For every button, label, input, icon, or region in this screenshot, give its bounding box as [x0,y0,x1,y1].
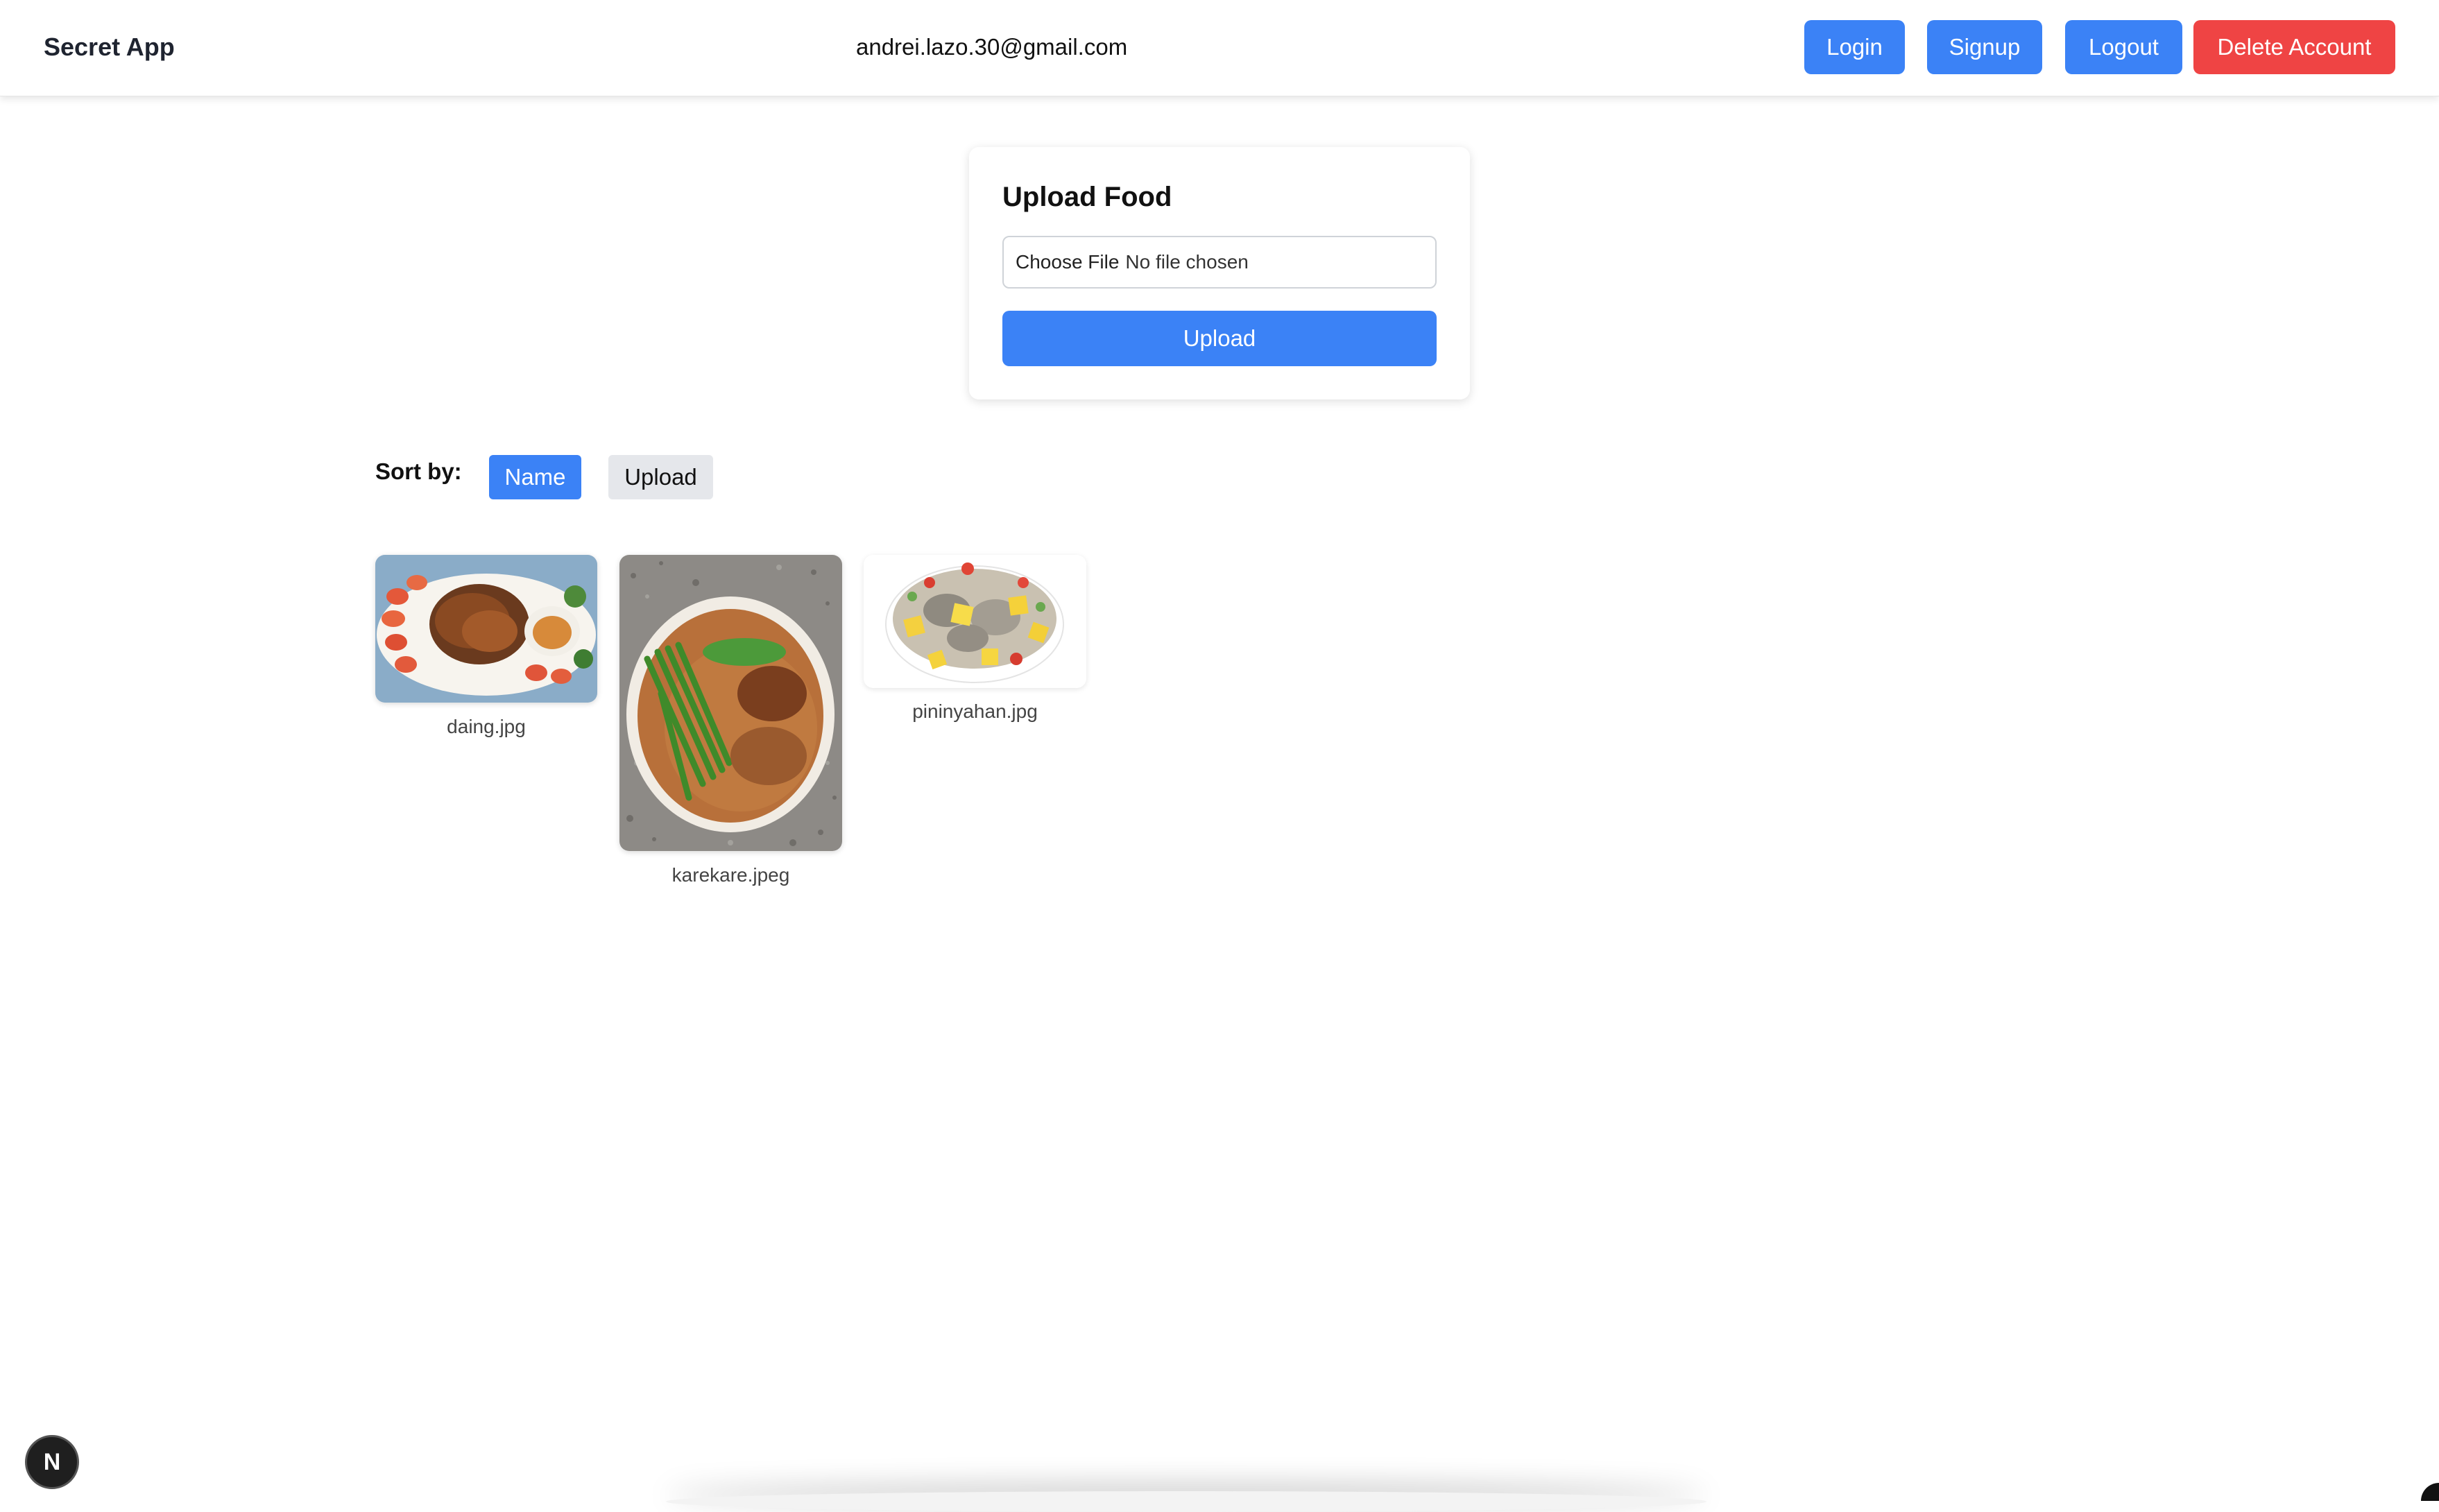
sort-label: Sort by: [375,458,462,484]
upload-food-card: Upload Food Choose File No file chosen U… [969,147,1470,400]
upload-card-title: Upload Food [1002,182,1172,212]
sort-by-name-button[interactable]: Name [489,455,581,499]
file-status-text: No file chosen [1125,251,1249,273]
image-caption: daing.jpg [447,716,526,737]
file-input[interactable]: Choose File No file chosen [1002,236,1437,289]
nextjs-icon[interactable]: N [25,1435,79,1489]
window-corner [2421,1483,2439,1501]
sort-by-upload-button[interactable]: Upload [608,455,713,499]
app-brand[interactable]: Secret App [44,29,175,65]
signup-button[interactable]: Signup [1927,20,2042,74]
image-caption: karekare.jpeg [671,864,790,886]
logout-button[interactable]: Logout [2065,20,2182,74]
upload-button[interactable]: Upload [1002,311,1437,366]
food-image-karekare[interactable] [619,555,842,851]
bottom-overlay-shadow [666,1491,1706,1512]
login-button[interactable]: Login [1804,20,1905,74]
image-caption: pininyahan.jpg [912,701,1038,722]
food-image-daing[interactable] [375,555,597,703]
user-email: andrei.lazo.30@gmail.com [856,34,1128,60]
food-image-pininyahan[interactable] [864,555,1086,688]
navbar: Secret App andrei.lazo.30@gmail.com Logi… [0,0,2439,96]
delete-account-button[interactable]: Delete Account [2193,20,2395,74]
choose-file-button[interactable]: Choose File [1016,251,1119,273]
